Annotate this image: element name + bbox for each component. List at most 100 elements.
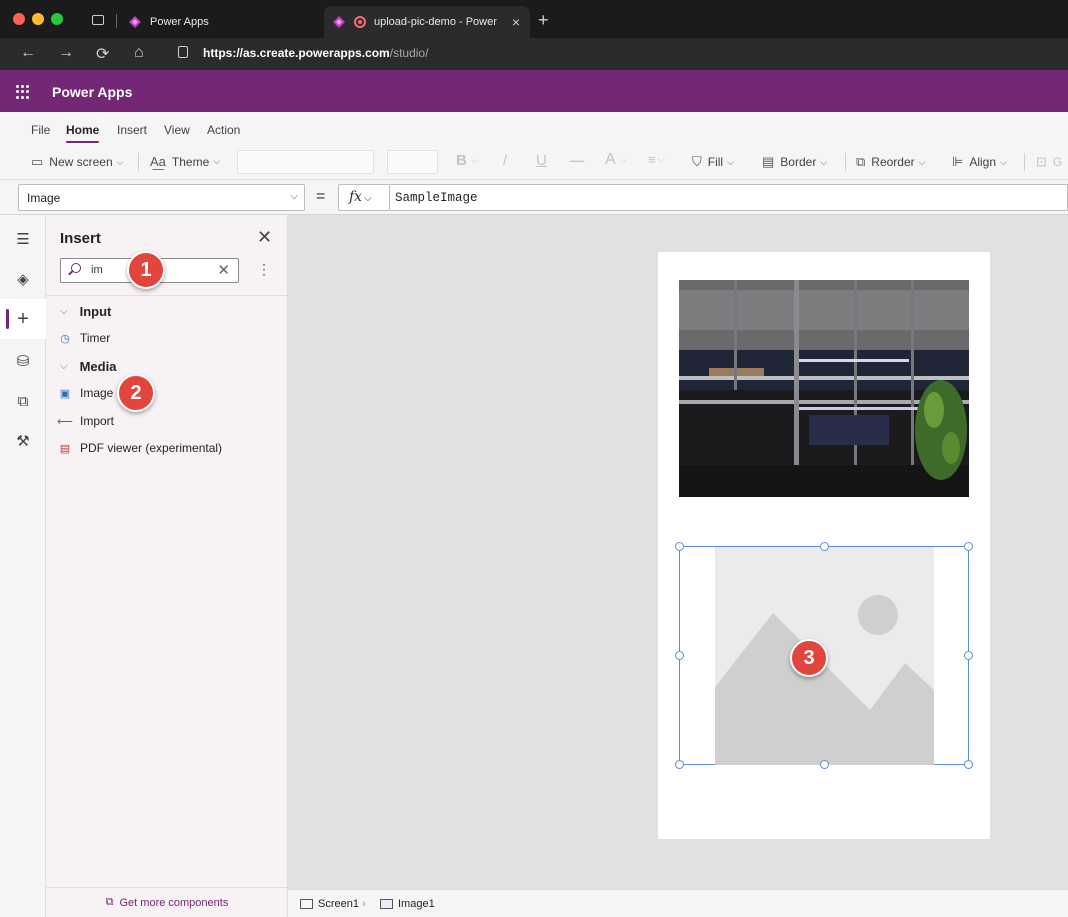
border-icon: ▤ [762,154,775,169]
new-screen-label: New screen [49,155,113,169]
close-tab-icon[interactable]: × [512,14,520,30]
home-icon[interactable]: ⌂ [134,44,144,62]
app-title[interactable]: Power Apps [52,84,132,100]
list-item-image[interactable]: ▣ Image [58,386,114,400]
data-icon[interactable]: ⛁ [0,341,46,381]
back-icon[interactable]: ← [20,44,36,62]
font-size-dropdown[interactable] [387,150,438,174]
chevron-down-icon: ⌵ [619,154,627,165]
tab-view[interactable]: View [164,123,190,137]
property-dropdown[interactable]: Image ⌵ [18,184,305,211]
bold-label: B [456,152,467,169]
italic-button[interactable]: / [503,152,507,169]
app-screen[interactable] [658,252,990,839]
chevron-down-icon: ⌵ [727,156,734,167]
callout-badge-2: 2 [117,374,155,412]
toolbar-divider [1024,153,1025,171]
close-icon[interactable]: ✕ [257,227,272,248]
text-align-button[interactable]: ≡ ⌵ [648,152,664,167]
align-label: Align [969,155,997,169]
resize-handle-left[interactable] [675,651,684,660]
divider [46,295,288,296]
fx-icon: fx [349,189,363,205]
close-window-button[interactable] [13,13,25,25]
reorder-icon: ⧉ [856,154,866,169]
tools-icon[interactable]: ⚒ [0,421,46,461]
clear-search-icon[interactable]: ✕ [217,261,230,279]
site-info-icon[interactable] [178,46,188,58]
new-tab-icon[interactable]: + [538,10,549,31]
list-item-pdf-viewer[interactable]: ▤ PDF viewer (experimental) [58,441,222,455]
forward-icon[interactable]: → [58,44,74,62]
category-input[interactable]: ⌵ Input [60,304,111,319]
address-bar: ← → ⟳ ⌂ [0,38,1068,70]
image-icon: ▣ [59,387,71,400]
minimize-window-button[interactable] [32,13,44,25]
browser-tab-label: upload-pic-demo - Power [374,16,497,28]
function-button[interactable]: fx ⌵ [338,184,390,211]
chevron-down-icon: ⌵ [60,361,68,372]
formula-bar: Image ⌵ = fx ⌵ SampleImage [0,180,1068,215]
align-button[interactable]: ⊫ Align ⌵ [952,154,1007,170]
tab-separator [116,14,117,28]
resize-handle-top[interactable] [820,542,829,551]
breadcrumb-screen[interactable]: Screen1 [300,898,359,910]
tab-action[interactable]: Action [207,123,240,137]
browser-tab-power-apps[interactable]: Power Apps × [120,6,352,38]
group-button[interactable]: ⊡ G [1036,154,1062,170]
category-media[interactable]: ⌵ Media [60,359,116,374]
tab-file[interactable]: File [31,123,50,137]
insert-icon[interactable]: + [0,299,46,339]
maximize-window-button[interactable] [51,13,63,25]
bold-button[interactable]: B ⌵ [456,152,478,169]
formula-input[interactable]: SampleImage [390,184,1068,211]
canvas[interactable] [288,215,1068,889]
chevron-down-icon: ⌵ [116,156,124,167]
get-more-components-button[interactable]: ⧉ Get more components [46,887,288,917]
status-bar: Screen1 › Image1 [288,889,1068,917]
app-launcher-icon[interactable] [16,85,30,99]
sample-photo[interactable] [679,280,969,497]
theme-label: Theme [171,154,210,169]
left-rail: ☰ ◈ + ⛁ ⧉ ⚒ [0,215,46,917]
reorder-button[interactable]: ⧉ Reorder ⌵ [856,154,925,170]
screen-icon [300,899,313,909]
search-icon [71,263,81,273]
new-screen-button[interactable]: ▭ New screen ⌵ [31,154,123,170]
resize-handle-top-left[interactable] [675,542,684,551]
tab-home[interactable]: Home [66,123,100,143]
chevron-down-icon: ⌵ [820,156,828,167]
breadcrumb-control[interactable]: Image1 [380,898,435,910]
border-button[interactable]: ▤ Border ⌵ [762,154,827,170]
strikethrough-button[interactable]: −− [570,154,584,168]
breadcrumb-separator: › [362,898,366,910]
fill-button[interactable]: ⛉ Fill ⌵ [692,154,734,170]
media-icon[interactable]: ⧉ [0,381,46,421]
url-field[interactable]: https://as.create.powerapps.com/studio/ [203,46,428,60]
align-text-icon: ≡ [648,152,656,167]
theme-button[interactable]: A͟a Theme ⌵ [150,154,220,169]
reorder-label: Reorder [871,155,915,169]
list-item-import[interactable]: ⟵ Import [57,414,114,428]
resize-handle-bottom[interactable] [820,760,829,769]
menu-icon[interactable]: ☰ [0,219,46,259]
resize-handle-bottom-left[interactable] [675,760,684,769]
list-item-timer[interactable]: ◷ Timer [58,331,110,345]
resize-handle-top-right[interactable] [964,542,973,551]
layers-icon[interactable]: ◈ [0,259,46,299]
sidebar-toggle-icon[interactable] [92,15,104,25]
ribbon-toolbar: ▭ New screen ⌵ A͟a Theme ⌵ B ⌵ / U −− A ⌵ … [0,144,1068,180]
browser-tab-upload-pic-demo[interactable]: upload-pic-demo - Power × [324,6,530,38]
item-label: Image [80,386,114,400]
resize-handle-right[interactable] [964,651,973,660]
font-color-button[interactable]: A ⌵ [605,151,627,169]
tab-insert[interactable]: Insert [117,123,147,137]
font-dropdown[interactable] [237,150,374,174]
timer-icon: ◷ [60,332,70,345]
reload-icon[interactable]: ⟳ [96,44,109,64]
image-icon [380,899,393,909]
resize-handle-bottom-right[interactable] [964,760,973,769]
more-options-icon[interactable]: ⋮ [257,261,271,278]
breadcrumb-label: Screen1 [318,898,359,910]
underline-button[interactable]: U [536,152,547,169]
